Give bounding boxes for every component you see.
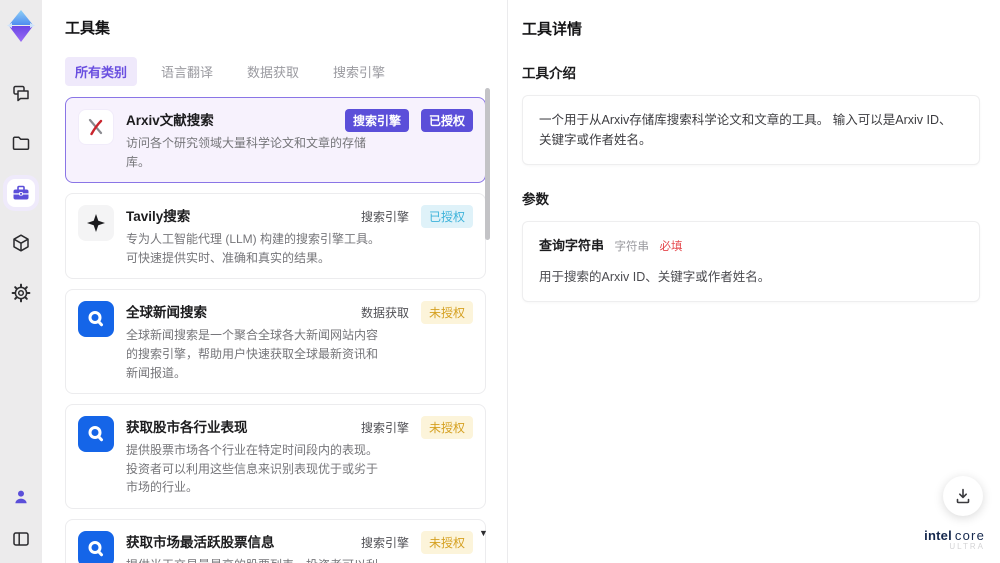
tool-card-arxiv[interactable]: Arxiv文献搜索 访问各个研究领域大量科学论文和文章的存储库。 搜索引擎 已授… — [65, 97, 486, 184]
intro-box: 一个用于从Arxiv存储库搜索科学论文和文章的工具。 输入可以是Arxiv ID… — [522, 95, 980, 165]
sidebar-item-chat[interactable] — [7, 79, 35, 107]
news-search-icon — [78, 301, 114, 338]
param-type: 字符串 — [614, 241, 650, 253]
category-badge: 数据获取 — [360, 306, 409, 321]
detail-title: 工具详情 — [522, 21, 583, 38]
auth-status-badge: 未授权 — [420, 301, 473, 325]
param-name: 查询字符串 — [539, 238, 605, 253]
auth-status-badge: 未授权 — [420, 416, 473, 440]
auth-status-badge: 已授权 — [420, 205, 473, 229]
param-box: 查询字符串 字符串 必填 用于搜索的Arxiv ID、关键字或作者姓名。 — [522, 221, 980, 302]
intro-heading: 工具介绍 — [522, 66, 576, 81]
auth-status-badge: 未授权 — [420, 530, 473, 554]
category-badge: 搜索引擎 — [360, 421, 409, 436]
list-scrollbar-thumb[interactable] — [485, 88, 490, 240]
sidebar-item-tools[interactable] — [7, 179, 35, 207]
tool-list: Arxiv文献搜索 访问各个研究领域大量科学论文和文章的存储库。 搜索引擎 已授… — [65, 97, 486, 563]
tool-description: 专为人工智能代理 (LLM) 构建的搜索引擎工具。可快速提供实时、准确和真实的结… — [126, 232, 381, 265]
app-logo-icon — [7, 10, 35, 42]
left-sidebar — [0, 0, 42, 563]
tool-card-sector-performance[interactable]: 获取股市各行业表现 提供股票市场各个行业在特定时间段内的表现。投资者可以利用这些… — [65, 404, 486, 509]
tool-description: 提供当天交易量最高的股票列表。投资者可以利用这些信息来识别流动性强的股票和潜在的… — [126, 556, 388, 563]
tab-language-translation[interactable]: 语言翻译 — [151, 57, 223, 86]
stock-search-icon — [78, 416, 114, 453]
tool-name: 全球新闻搜索 — [126, 305, 207, 321]
category-badge: 搜索引擎 — [360, 535, 409, 550]
intro-text: 一个用于从Arxiv存储库搜索科学论文和文章的工具。 输入可以是Arxiv ID… — [539, 113, 952, 147]
chat-icon — [13, 85, 29, 102]
cube-icon — [13, 234, 29, 252]
toolbox-icon — [13, 185, 29, 200]
tool-card-tavily[interactable]: Tavily搜索 专为人工智能代理 (LLM) 构建的搜索引擎工具。可快速提供实… — [65, 193, 486, 280]
tab-data-fetch[interactable]: 数据获取 — [237, 57, 309, 86]
tab-all-categories[interactable]: 所有类别 — [65, 57, 138, 86]
tool-detail-panel: 工具详情 工具介绍 一个用于从Arxiv存储库搜索科学论文和文章的工具。 输入可… — [507, 0, 1000, 563]
sidebar-item-files[interactable] — [7, 129, 35, 157]
folder-icon — [12, 136, 30, 150]
tool-name: 获取股市各行业表现 — [126, 420, 248, 436]
stock-search-icon — [78, 530, 114, 563]
tool-name: Tavily搜索 — [126, 209, 191, 225]
settings-gear-icon — [11, 283, 31, 303]
params-heading: 参数 — [522, 192, 549, 207]
arxiv-icon — [78, 109, 114, 145]
user-icon — [15, 490, 27, 504]
category-badge: 搜索引擎 — [360, 210, 409, 225]
panel-toggle-icon — [13, 532, 29, 546]
tool-description: 提供股票市场各个行业在特定时间段内的表现。投资者可以利用这些信息来识别表现优于或… — [126, 443, 379, 495]
tab-search-engine[interactable]: 搜索引擎 — [323, 57, 395, 86]
sidebar-bottom — [7, 483, 35, 553]
scroll-down-arrow-icon[interactable]: ▼ — [479, 528, 488, 538]
tool-card-active-stocks[interactable]: 获取市场最活跃股票信息 提供当天交易量最高的股票列表。投资者可以利用这些信息来识… — [65, 518, 486, 563]
intel-wordmark: intel — [924, 527, 952, 543]
param-description: 用于搜索的Arxiv ID、关键字或作者姓名。 — [539, 269, 771, 284]
sidebar-nav — [7, 79, 35, 307]
tool-description: 全球新闻搜索是一个聚合全球各大新闻网站内容的搜索引擎，帮助用户快速获取全球最新资… — [126, 328, 379, 380]
auth-status-badge: 已授权 — [420, 109, 473, 132]
sidebar-item-settings[interactable] — [7, 279, 35, 307]
category-tabs: 所有类别 语言翻译 数据获取 搜索引擎 — [65, 57, 506, 86]
tool-list-panel: 工具集 所有类别 语言翻译 数据获取 搜索引擎 Arxiv文献搜索 访问各个研究… — [42, 0, 506, 563]
param-required-flag: 必填 — [659, 241, 683, 253]
tavily-star-icon — [78, 205, 114, 242]
tool-name: 获取市场最活跃股票信息 — [126, 534, 275, 550]
category-badge: 搜索引擎 — [344, 109, 409, 132]
page-title: 工具集 — [65, 20, 111, 37]
ultra-wordmark: ultra — [949, 542, 985, 552]
download-icon — [956, 488, 970, 504]
app-window: 工具集 所有类别 语言翻译 数据获取 搜索引擎 Arxiv文献搜索 访问各个研究… — [0, 0, 1000, 563]
sidebar-item-account[interactable] — [7, 483, 35, 511]
intel-core-logo: intel core ultra — [924, 527, 985, 552]
core-wordmark: core — [954, 527, 985, 543]
tool-description: 访问各个研究领域大量科学论文和文章的存储库。 — [126, 136, 367, 169]
tool-card-global-news[interactable]: 全球新闻搜索 全球新闻搜索是一个聚合全球各大新闻网站内容的搜索引擎，帮助用户快速… — [65, 289, 486, 395]
sidebar-item-models[interactable] — [7, 229, 35, 257]
download-button[interactable] — [943, 476, 983, 516]
sidebar-item-collapse[interactable] — [7, 525, 35, 553]
